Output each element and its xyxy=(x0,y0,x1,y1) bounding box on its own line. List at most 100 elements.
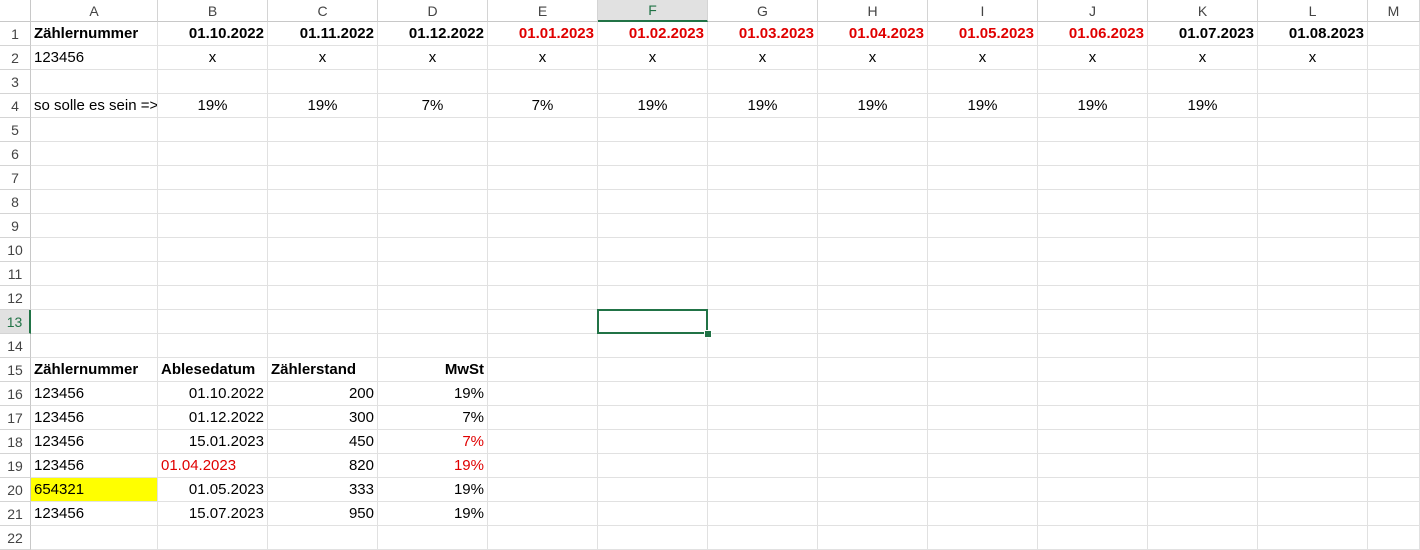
cell-h8[interactable] xyxy=(818,190,928,214)
cell-h6[interactable] xyxy=(818,142,928,166)
cell-d7[interactable] xyxy=(378,166,488,190)
cell-a5[interactable] xyxy=(31,118,158,142)
cell-i21[interactable] xyxy=(928,502,1038,526)
cell-g16[interactable] xyxy=(708,382,818,406)
cell-k9[interactable] xyxy=(1148,214,1258,238)
cell-m19[interactable] xyxy=(1368,454,1420,478)
cell-h11[interactable] xyxy=(818,262,928,286)
cell-l15[interactable] xyxy=(1258,358,1368,382)
cell-j2[interactable]: x xyxy=(1038,46,1148,70)
cell-m12[interactable] xyxy=(1368,286,1420,310)
cell-m18[interactable] xyxy=(1368,430,1420,454)
cell-i8[interactable] xyxy=(928,190,1038,214)
cell-f7[interactable] xyxy=(598,166,708,190)
cell-h18[interactable] xyxy=(818,430,928,454)
cell-l17[interactable] xyxy=(1258,406,1368,430)
row-header-19[interactable]: 19 xyxy=(0,454,31,478)
cell-a12[interactable] xyxy=(31,286,158,310)
cell-a17[interactable]: 123456 xyxy=(31,406,158,430)
cell-f11[interactable] xyxy=(598,262,708,286)
cell-e9[interactable] xyxy=(488,214,598,238)
cell-k6[interactable] xyxy=(1148,142,1258,166)
cell-b16[interactable]: 01.10.2022 xyxy=(158,382,268,406)
cell-m20[interactable] xyxy=(1368,478,1420,502)
cell-l2[interactable]: x xyxy=(1258,46,1368,70)
row-header-22[interactable]: 22 xyxy=(0,526,31,550)
cell-e11[interactable] xyxy=(488,262,598,286)
cell-i5[interactable] xyxy=(928,118,1038,142)
cell-c14[interactable] xyxy=(268,334,378,358)
cell-f3[interactable] xyxy=(598,70,708,94)
cell-i17[interactable] xyxy=(928,406,1038,430)
cell-j18[interactable] xyxy=(1038,430,1148,454)
select-all-corner[interactable] xyxy=(0,0,31,22)
cell-l9[interactable] xyxy=(1258,214,1368,238)
cell-b21[interactable]: 15.07.2023 xyxy=(158,502,268,526)
cell-g15[interactable] xyxy=(708,358,818,382)
cell-m8[interactable] xyxy=(1368,190,1420,214)
cell-j13[interactable] xyxy=(1038,310,1148,334)
cell-h10[interactable] xyxy=(818,238,928,262)
cell-c1[interactable]: 01.11.2022 xyxy=(268,22,378,46)
cell-b12[interactable] xyxy=(158,286,268,310)
column-header-l[interactable]: L xyxy=(1258,0,1368,22)
cell-h3[interactable] xyxy=(818,70,928,94)
cell-h4[interactable]: 19% xyxy=(818,94,928,118)
cell-g13[interactable] xyxy=(708,310,818,334)
row-header-3[interactable]: 3 xyxy=(0,70,31,94)
cell-a6[interactable] xyxy=(31,142,158,166)
cell-b17[interactable]: 01.12.2022 xyxy=(158,406,268,430)
cell-b20[interactable]: 01.05.2023 xyxy=(158,478,268,502)
cell-d11[interactable] xyxy=(378,262,488,286)
cell-l8[interactable] xyxy=(1258,190,1368,214)
cell-f4[interactable]: 19% xyxy=(598,94,708,118)
cell-i10[interactable] xyxy=(928,238,1038,262)
cell-e18[interactable] xyxy=(488,430,598,454)
cell-m16[interactable] xyxy=(1368,382,1420,406)
cell-h21[interactable] xyxy=(818,502,928,526)
row-header-2[interactable]: 2 xyxy=(0,46,31,70)
cell-c2[interactable]: x xyxy=(268,46,378,70)
cell-d21[interactable]: 19% xyxy=(378,502,488,526)
cell-b2[interactable]: x xyxy=(158,46,268,70)
cell-b14[interactable] xyxy=(158,334,268,358)
cell-m4[interactable] xyxy=(1368,94,1420,118)
cell-a21[interactable]: 123456 xyxy=(31,502,158,526)
column-header-k[interactable]: K xyxy=(1148,0,1258,22)
cell-c5[interactable] xyxy=(268,118,378,142)
cell-h14[interactable] xyxy=(818,334,928,358)
cell-i13[interactable] xyxy=(928,310,1038,334)
cell-c11[interactable] xyxy=(268,262,378,286)
column-header-e[interactable]: E xyxy=(488,0,598,22)
cell-h15[interactable] xyxy=(818,358,928,382)
cell-b19[interactable]: 01.04.2023 xyxy=(158,454,268,478)
cell-f17[interactable] xyxy=(598,406,708,430)
cell-b15[interactable]: Ablesedatum xyxy=(158,358,268,382)
cell-g6[interactable] xyxy=(708,142,818,166)
row-header-14[interactable]: 14 xyxy=(0,334,31,358)
cell-f8[interactable] xyxy=(598,190,708,214)
cell-d17[interactable]: 7% xyxy=(378,406,488,430)
cell-l6[interactable] xyxy=(1258,142,1368,166)
cell-i1[interactable]: 01.05.2023 xyxy=(928,22,1038,46)
row-header-13[interactable]: 13 xyxy=(0,310,31,334)
cell-i20[interactable] xyxy=(928,478,1038,502)
row-header-8[interactable]: 8 xyxy=(0,190,31,214)
cell-m1[interactable] xyxy=(1368,22,1420,46)
cell-c17[interactable]: 300 xyxy=(268,406,378,430)
cell-k21[interactable] xyxy=(1148,502,1258,526)
cell-f20[interactable] xyxy=(598,478,708,502)
cell-f2[interactable]: x xyxy=(598,46,708,70)
cell-k5[interactable] xyxy=(1148,118,1258,142)
cell-e2[interactable]: x xyxy=(488,46,598,70)
row-header-1[interactable]: 1 xyxy=(0,22,31,46)
cell-i16[interactable] xyxy=(928,382,1038,406)
cell-d16[interactable]: 19% xyxy=(378,382,488,406)
cell-h17[interactable] xyxy=(818,406,928,430)
cell-h9[interactable] xyxy=(818,214,928,238)
cell-i19[interactable] xyxy=(928,454,1038,478)
cell-j20[interactable] xyxy=(1038,478,1148,502)
cell-a13[interactable] xyxy=(31,310,158,334)
cell-i12[interactable] xyxy=(928,286,1038,310)
cell-k3[interactable] xyxy=(1148,70,1258,94)
